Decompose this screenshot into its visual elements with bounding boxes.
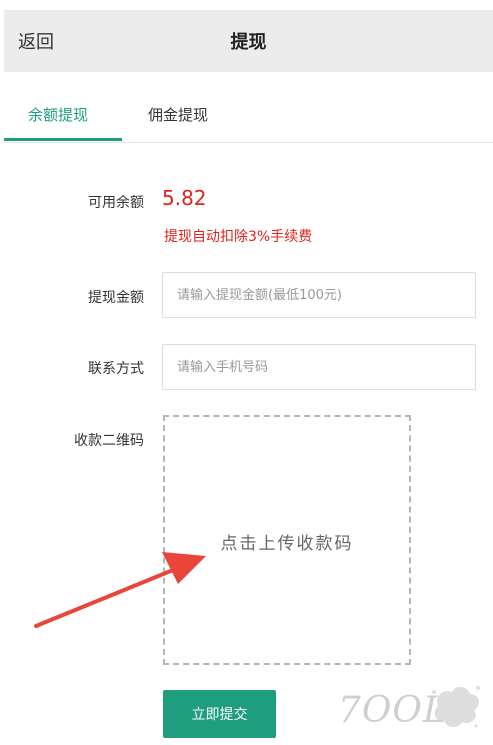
qrcode-label: 收款二维码 bbox=[74, 433, 144, 449]
qrcode-upload-area[interactable]: 点击上传收款码 bbox=[163, 415, 411, 665]
balance-value: 5.82 bbox=[162, 186, 207, 210]
page-title: 提现 bbox=[230, 32, 267, 53]
phone-input[interactable] bbox=[163, 345, 475, 389]
tab-bar: 余额提现 佣金提现 bbox=[4, 72, 493, 143]
fee-note: 提现自动扣除3%手续费 bbox=[164, 229, 313, 245]
upload-prompt: 点击上传收款码 bbox=[220, 534, 354, 554]
balance-label: 可用余额 bbox=[88, 195, 144, 211]
active-tab-indicator bbox=[4, 138, 122, 141]
tab-balance-withdraw[interactable]: 余额提现 bbox=[28, 104, 88, 125]
contact-field bbox=[162, 344, 476, 390]
amount-label: 提现金额 bbox=[88, 290, 144, 306]
contact-label: 联系方式 bbox=[88, 361, 144, 377]
submit-button[interactable]: 立即提交 bbox=[163, 690, 276, 738]
amount-input[interactable] bbox=[163, 273, 475, 317]
amount-field bbox=[162, 272, 476, 318]
watermark-splash-icon bbox=[432, 686, 480, 728]
header-bar: 返回 提现 bbox=[4, 10, 493, 72]
tab-commission-withdraw[interactable]: 佣金提现 bbox=[148, 104, 208, 125]
